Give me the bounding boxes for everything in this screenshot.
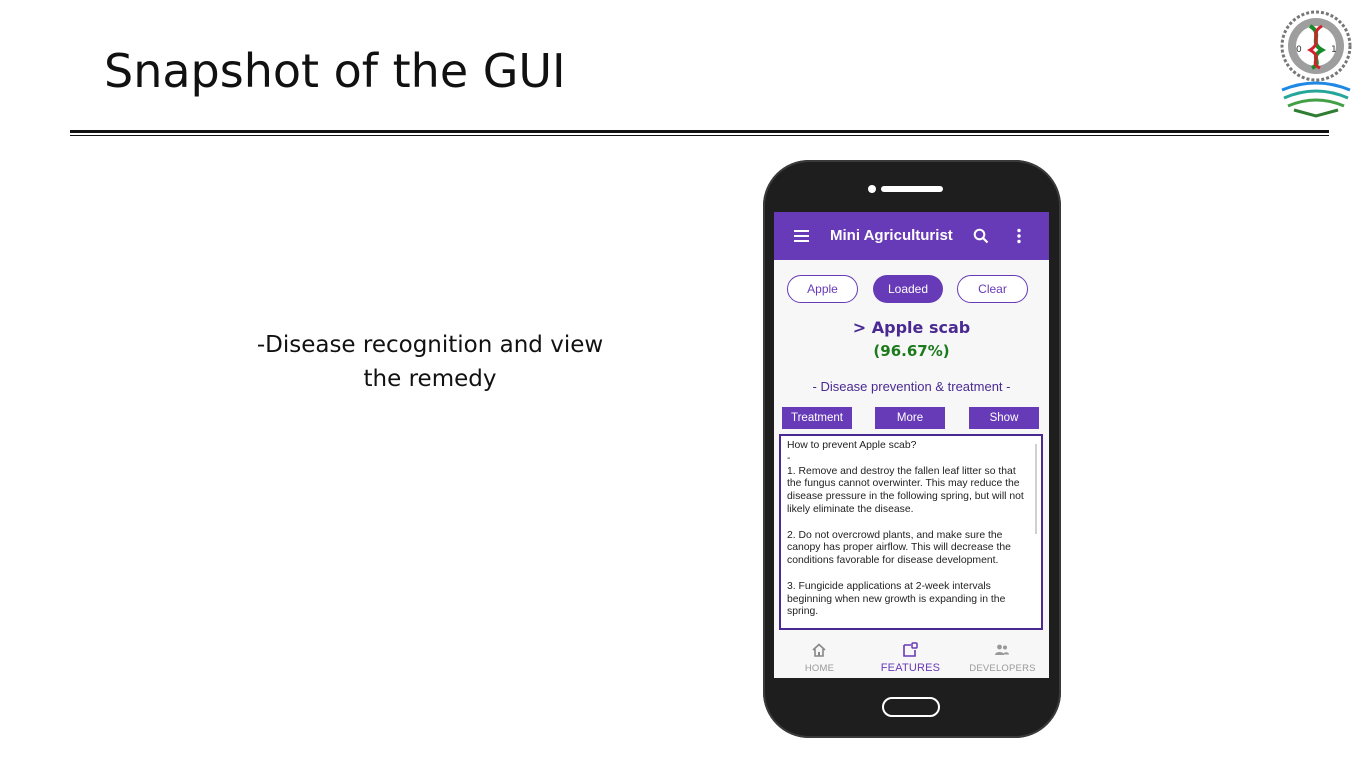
phone-home-button[interactable] <box>882 697 940 717</box>
nav-item-features[interactable]: FEATURES <box>865 634 956 678</box>
app-title: Mini Agriculturist <box>830 227 953 244</box>
university-seal-icon: 0 1 <box>1280 10 1352 118</box>
more-vert-icon[interactable] <box>1016 228 1022 244</box>
camera-dot <box>868 185 876 193</box>
menu-icon[interactable] <box>794 230 809 242</box>
developers-icon <box>995 644 1009 655</box>
remedy-text-box[interactable]: How to prevent Apple scab? - 1. Remove a… <box>779 434 1043 630</box>
speaker-grille <box>881 186 943 192</box>
remedy-point-2: 2. Do not overcrowd plants, and make sur… <box>787 529 1011 567</box>
phone-frame: Mini Agriculturist Apple Loaded Clear > … <box>763 160 1061 738</box>
app-bar: Mini Agriculturist <box>774 212 1049 260</box>
remedy-content: How to prevent Apple scab? - 1. Remove a… <box>787 440 1033 619</box>
home-icon <box>812 643 826 657</box>
caption-line-1: -Disease recognition and view <box>256 332 604 358</box>
nav-item-developers[interactable]: DEVELOPERS <box>957 634 1048 678</box>
scrollbar[interactable] <box>1035 444 1037 534</box>
title-divider-thin <box>70 135 1329 136</box>
svg-text:0: 0 <box>1296 45 1302 55</box>
remedy-point-1: 1. Remove and destroy the fallen leaf li… <box>787 465 1024 515</box>
phone-screen: Mini Agriculturist Apple Loaded Clear > … <box>774 212 1049 678</box>
clear-button[interactable]: Clear <box>957 275 1028 303</box>
slide-caption: -Disease recognition and view the remedy <box>230 328 630 396</box>
more-button[interactable]: More <box>875 407 945 429</box>
confidence-score: (96.67%) <box>873 342 950 360</box>
remedy-dash: - <box>787 452 791 464</box>
nav-label-home: HOME <box>804 663 835 674</box>
slide-title: Snapshot of the GUI <box>104 44 566 98</box>
search-icon[interactable] <box>973 228 989 244</box>
caption-line-2: the remedy <box>363 366 497 392</box>
nav-label-developers: DEVELOPERS <box>969 663 1036 674</box>
title-divider <box>70 130 1329 133</box>
crop-select-button[interactable]: Apple <box>787 275 858 303</box>
treatment-button[interactable]: Treatment <box>782 407 852 429</box>
bottom-nav: HOME FEATURES DEVELOPERS <box>774 634 1049 678</box>
disease-name: > Apple scab <box>852 318 971 337</box>
nav-item-home[interactable]: HOME <box>774 634 865 678</box>
remedy-point-3: 3. Fungicide applications at 2-week inte… <box>787 580 1006 618</box>
loaded-button[interactable]: Loaded <box>873 275 943 303</box>
svg-text:1: 1 <box>1331 45 1337 55</box>
nav-label-features: FEATURES <box>880 662 941 674</box>
show-button[interactable]: Show <box>969 407 1039 429</box>
remedy-question: How to prevent Apple scab? <box>787 440 917 451</box>
section-heading: - Disease prevention & treatment - <box>812 379 1011 394</box>
features-icon <box>903 642 918 657</box>
